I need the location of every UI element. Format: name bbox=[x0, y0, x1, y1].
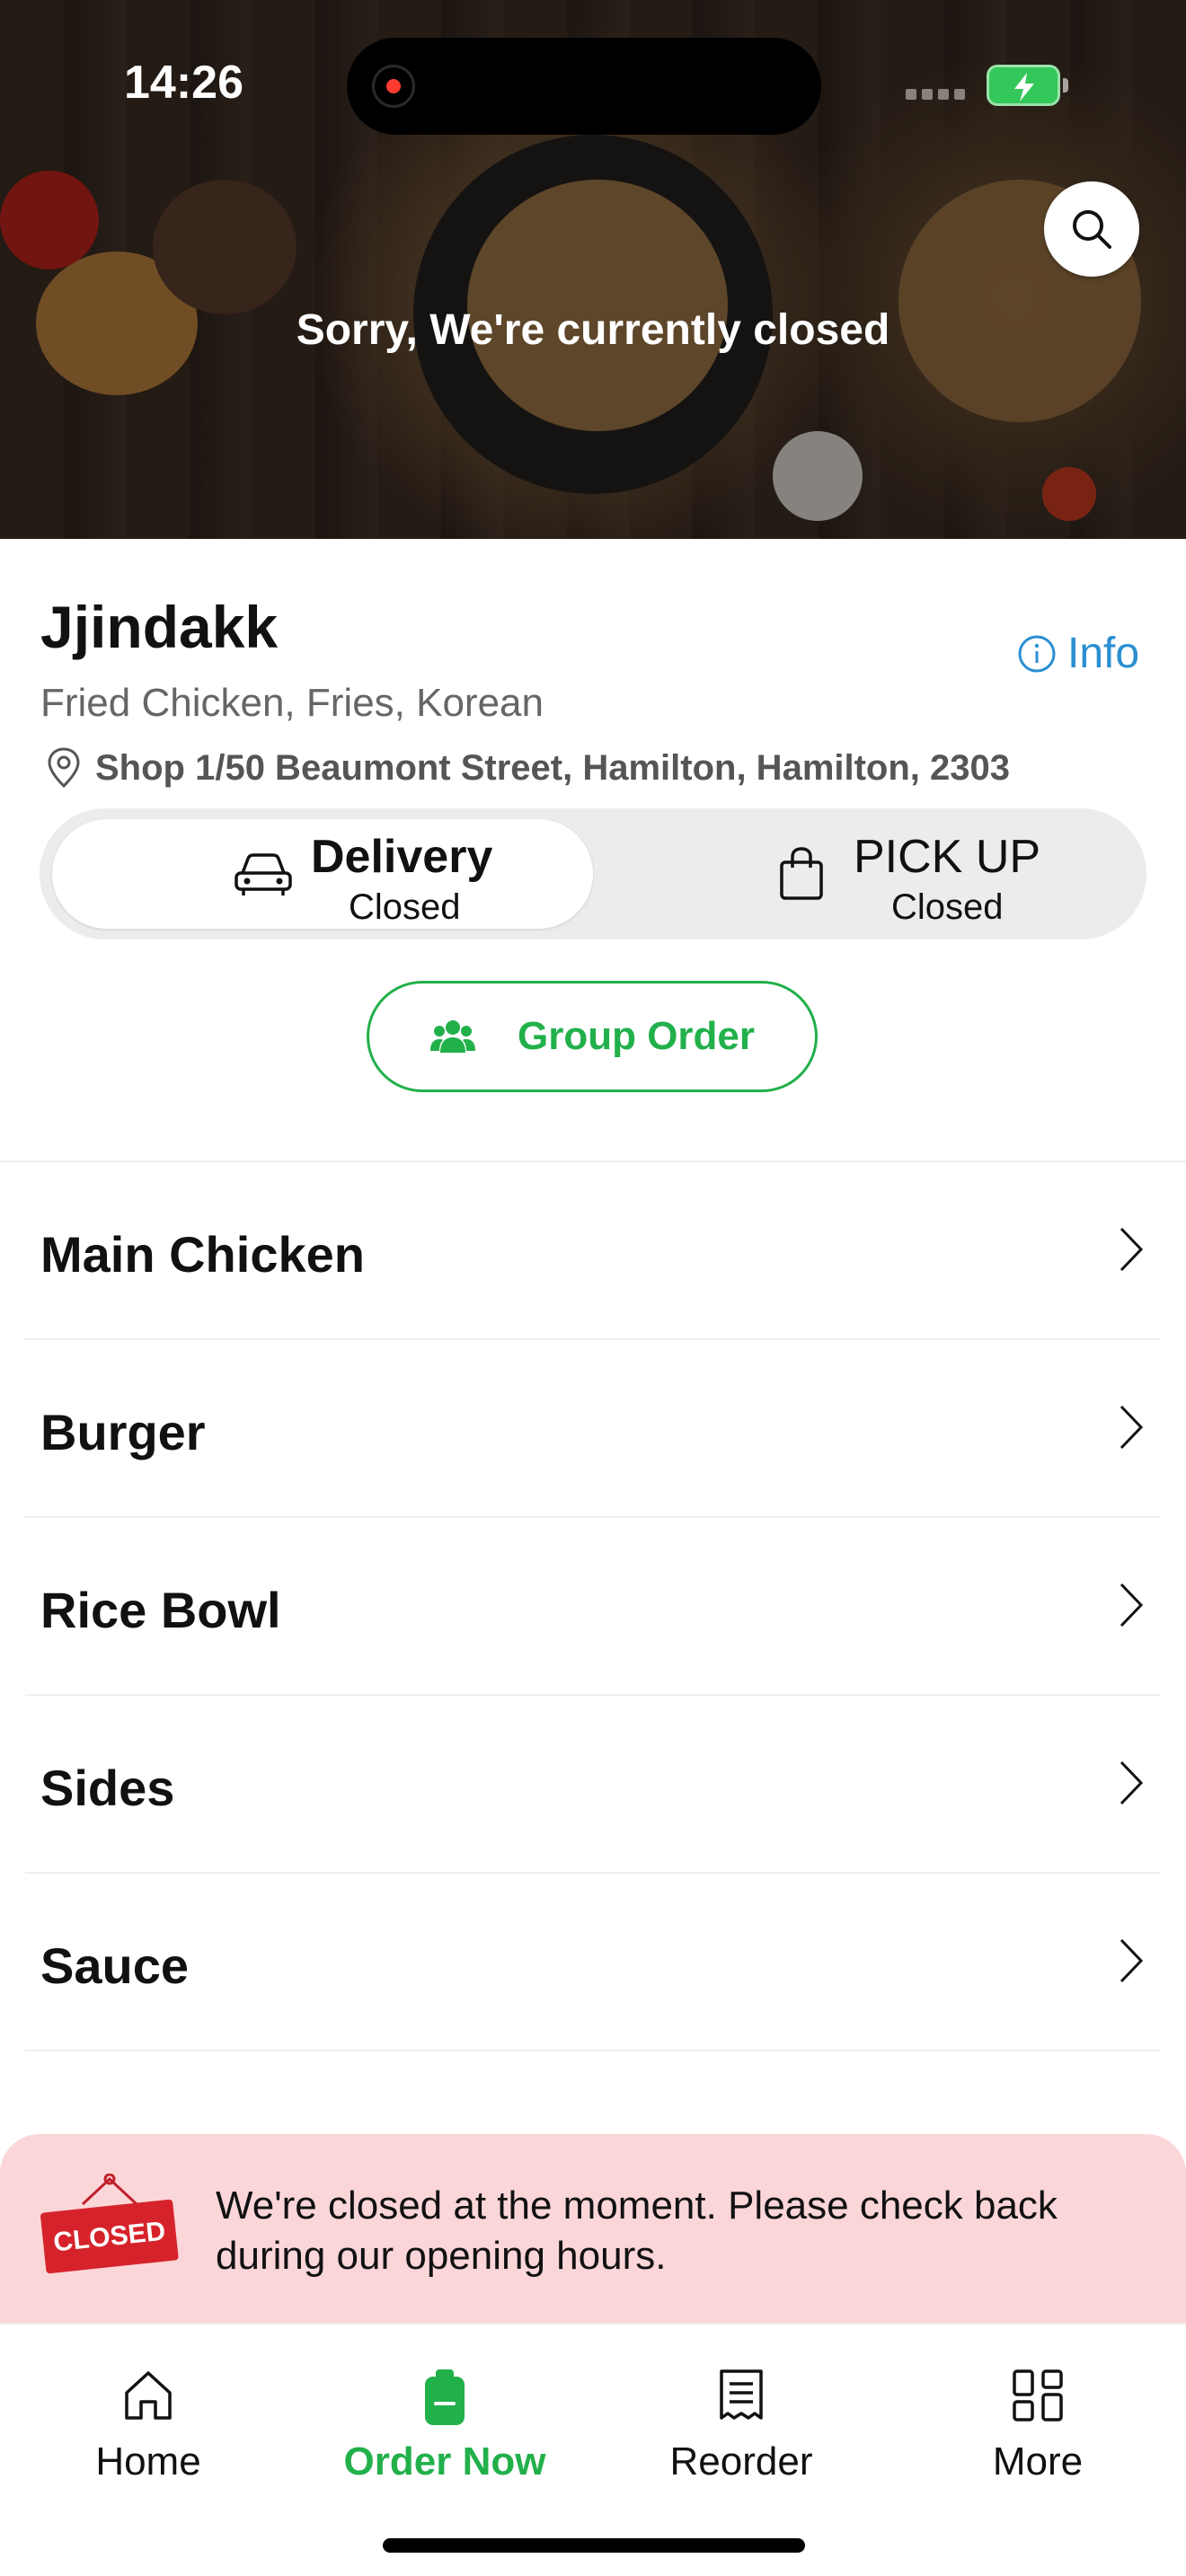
group-users-icon bbox=[429, 1020, 475, 1053]
search-button[interactable] bbox=[1044, 181, 1139, 277]
pickup-label: PICK UP bbox=[854, 831, 1041, 883]
tab-label: More bbox=[992, 2439, 1084, 2483]
car-icon bbox=[235, 853, 292, 895]
category-rice-bowl[interactable]: Rice Bowl bbox=[25, 1518, 1161, 1696]
category-label: Burger bbox=[40, 1404, 206, 1460]
pickup-option[interactable]: PICK UP Closed bbox=[597, 819, 1134, 929]
delivery-label: Delivery bbox=[311, 831, 493, 883]
category-burger[interactable]: Burger bbox=[25, 1340, 1161, 1518]
status-bar-time: 14:26 bbox=[124, 57, 243, 109]
category-main-chicken[interactable]: Main Chicken bbox=[25, 1162, 1161, 1340]
grid-icon bbox=[1013, 2369, 1063, 2422]
hero-banner: 14:26 Sorry, We're currently closed bbox=[0, 0, 1186, 539]
category-sauce[interactable]: Sauce bbox=[25, 1874, 1161, 2051]
store-closed-message: Sorry, We're currently closed bbox=[296, 306, 890, 354]
closed-notice-banner: CLOSED We're closed at the moment. Pleas… bbox=[0, 2134, 1186, 2323]
tab-more[interactable]: More bbox=[890, 2325, 1186, 2504]
category-label: Rice Bowl bbox=[40, 1582, 281, 1638]
tab-label: Order Now bbox=[343, 2439, 546, 2483]
delivery-status: Closed bbox=[349, 887, 461, 927]
group-order-button[interactable]: Group Order bbox=[367, 981, 818, 1092]
order-icon bbox=[425, 2369, 465, 2425]
address-text: Shop 1/50 Beaumont Street, Hamilton, Ham… bbox=[95, 747, 1011, 788]
chevron-right-icon bbox=[1120, 1227, 1144, 1272]
closed-sign-icon: CLOSED bbox=[40, 2174, 179, 2274]
search-icon bbox=[1073, 210, 1111, 249]
category-sides[interactable]: Sides bbox=[25, 1696, 1161, 1874]
tab-reorder[interactable]: Reorder bbox=[593, 2325, 890, 2504]
info-icon bbox=[1018, 635, 1056, 672]
shopping-bag-icon bbox=[780, 847, 823, 900]
recording-indicator-icon bbox=[372, 65, 415, 108]
store-info-link[interactable]: Info bbox=[1017, 629, 1139, 678]
battery-charging-icon bbox=[987, 65, 1068, 106]
tab-label: Home bbox=[95, 2439, 201, 2483]
tab-label: Reorder bbox=[669, 2439, 813, 2483]
receipt-icon bbox=[720, 2369, 763, 2420]
closed-notice-text: We're closed at the moment. Please check… bbox=[216, 2183, 1058, 2278]
pickup-status: Closed bbox=[891, 887, 1004, 927]
store-name: Jjindakk bbox=[40, 594, 279, 660]
chevron-right-icon bbox=[1120, 1938, 1144, 1983]
location-pin-icon bbox=[48, 747, 80, 789]
home-icon bbox=[125, 2371, 172, 2420]
info-label: Info bbox=[1067, 630, 1140, 677]
category-label: Main Chicken bbox=[40, 1226, 365, 1283]
tab-home[interactable]: Home bbox=[0, 2325, 296, 2504]
dynamic-island bbox=[347, 38, 821, 135]
category-label: Sides bbox=[40, 1760, 175, 1816]
chevron-right-icon bbox=[1120, 1405, 1144, 1450]
menu-category-list: Main Chicken Burger Rice Bowl Sides Sauc… bbox=[0, 1162, 1186, 2051]
chevron-right-icon bbox=[1120, 1760, 1144, 1805]
tab-order-now[interactable]: Order Now bbox=[296, 2325, 593, 2504]
chevron-right-icon bbox=[1120, 1583, 1144, 1628]
delivery-option[interactable]: Delivery Closed bbox=[52, 819, 593, 929]
cellular-signal-icon bbox=[906, 88, 970, 104]
store-address: Shop 1/50 Beaumont Street, Hamilton, Ham… bbox=[43, 745, 1010, 790]
store-cuisines: Fried Chicken, Fries, Korean bbox=[40, 681, 544, 725]
home-indicator bbox=[383, 2538, 805, 2553]
group-order-label: Group Order bbox=[517, 1014, 756, 1058]
order-mode-toggle: Delivery Closed PICK UP Closed bbox=[40, 808, 1146, 940]
category-label: Sauce bbox=[40, 1937, 189, 1994]
